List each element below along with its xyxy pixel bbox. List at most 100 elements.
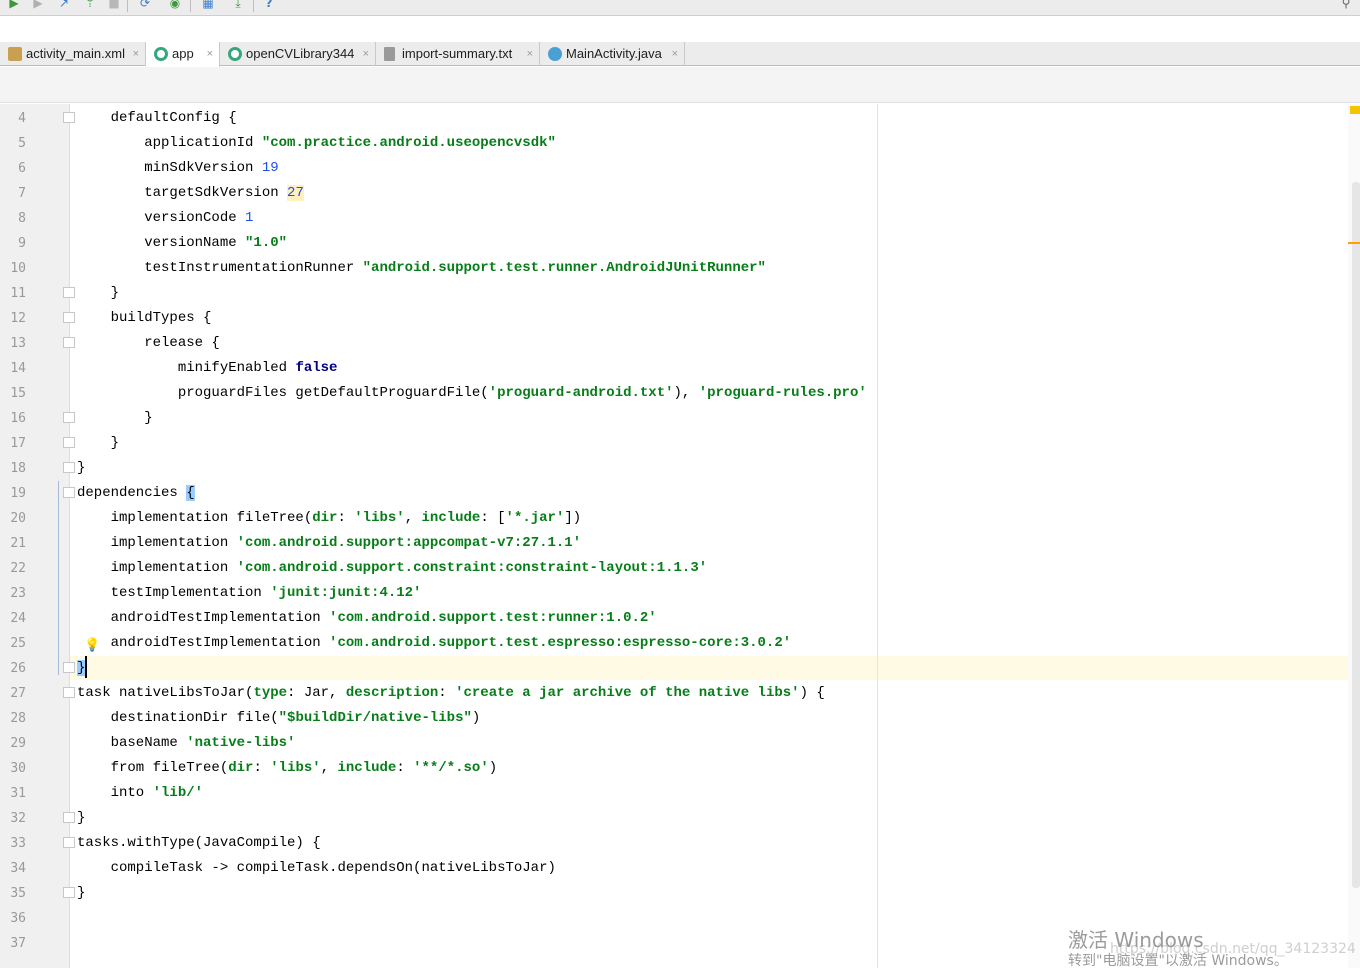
java-class-icon [548,47,562,61]
vertical-scrollbar[interactable] [1352,182,1360,888]
fold-marker[interactable] [63,662,75,673]
code-line: androidTestImplementation 'com.android.s… [77,635,792,651]
fold-marker[interactable] [63,287,75,298]
fold-marker[interactable] [63,337,75,348]
line-number: 33 [10,836,26,851]
code-line: androidTestImplementation 'com.android.s… [77,610,657,626]
line-number: 16 [10,411,26,426]
code-line: implementation fileTree(dir: 'libs', inc… [77,510,582,526]
close-icon[interactable]: × [207,42,213,66]
code-editor[interactable]: 4 5 6 7 8 9 10 11 12 13 14 15 16 17 18 1… [0,104,1360,968]
line-number: 25 [10,636,26,651]
code-line: } [77,885,86,901]
code-line: buildTypes { [77,310,212,326]
code-line: minSdkVersion 19 [77,160,279,176]
text-caret [85,656,87,678]
line-number: 24 [10,611,26,626]
stripe-marker[interactable] [1348,242,1360,244]
run-icon[interactable]: ▶ [6,0,22,10]
code-line: compileTask -> compileTask.dependsOn(nat… [77,860,556,876]
fold-marker[interactable] [63,812,75,823]
tab-label: import-summary.txt [402,46,513,61]
close-icon[interactable]: × [133,42,139,66]
line-number: 26 [10,661,26,676]
sync-icon[interactable]: ⟳ [137,0,153,10]
structure-icon[interactable]: ▦ [200,0,216,10]
code-line: proguardFiles getDefaultProguardFile('pr… [77,385,867,401]
code-line: tasks.withType(JavaCompile) { [77,835,321,851]
line-number: 19 [10,486,26,501]
tab-activity-main-xml[interactable]: activity_main.xml × [0,42,146,66]
code-line: targetSdkVersion 27 [77,185,304,201]
line-number: 20 [10,511,26,526]
stop-icon[interactable]: ■ [106,0,122,10]
line-number: 10 [10,261,26,276]
warning-marker[interactable] [1350,106,1360,114]
android-icon[interactable]: ◉ [167,0,183,10]
code-line: versionCode 1 [77,210,254,226]
right-margin-guide [877,104,878,968]
sdk-icon[interactable]: ⤓ [230,0,246,10]
tab-label: activity_main.xml [26,46,125,61]
tab-opencvlibrary344[interactable]: openCVLibrary344 × [220,42,376,66]
fold-marker[interactable] [63,462,75,473]
fold-marker[interactable] [63,487,75,498]
fold-marker[interactable] [63,437,75,448]
activation-watermark-subtitle: 转到"电脑设置"以激活 Windows。 [1068,953,1288,968]
code-line: dependencies { [77,485,195,501]
code-line: testInstrumentationRunner "android.suppo… [77,260,766,276]
close-icon[interactable]: × [672,42,678,66]
code-line: testImplementation 'junit:junit:4.12' [77,585,422,601]
line-number: 5 [18,136,26,151]
code-line: into 'lib/' [77,785,204,801]
fold-marker[interactable] [63,312,75,323]
line-number: 9 [18,236,26,251]
code-line: implementation 'com.android.support.cons… [77,560,708,576]
line-number: 37 [10,936,26,951]
current-line-highlight [70,656,1360,680]
tab-label: MainActivity.java [566,46,662,61]
code-line: versionName "1.0" [77,235,288,251]
line-number: 8 [18,211,26,226]
code-line: minifyEnabled false [77,360,338,376]
vcs-change-marker [58,481,59,675]
code-line: } [77,810,86,826]
line-number: 4 [18,111,26,126]
fold-marker[interactable] [63,412,75,423]
tab-mainactivity-java[interactable]: MainActivity.java × [540,42,685,66]
code-line: task nativeLibsToJar(type: Jar, descript… [77,685,825,701]
close-icon[interactable]: × [527,42,533,66]
fold-marker[interactable] [63,112,75,123]
tab-label: openCVLibrary344 [246,46,355,61]
close-icon[interactable]: × [363,42,369,66]
toolbar-separator [253,0,254,12]
help-icon[interactable]: ? [261,0,277,10]
code-line: defaultConfig { [77,110,237,126]
fold-marker[interactable] [63,687,75,698]
code-line: implementation 'com.android.support:appc… [77,535,582,551]
line-number: 7 [18,186,26,201]
tab-app[interactable]: app × [146,42,220,67]
fold-marker[interactable] [63,887,75,898]
activation-watermark-title: 激活 Windows [1068,928,1204,952]
code-line: baseName 'native-libs' [77,735,296,751]
attach-icon[interactable]: ↗ [56,0,72,10]
gradle-module-icon [228,47,242,61]
fold-marker[interactable] [63,837,75,848]
line-number: 14 [10,361,26,376]
code-line: from fileTree(dir: 'libs', include: '**/… [77,760,498,776]
profile-icon[interactable]: ⇡ [82,0,98,10]
line-number: 35 [10,886,26,901]
tab-import-summary-txt[interactable]: import-summary.txt × [376,42,540,66]
line-number: 29 [10,736,26,751]
tab-label: app [172,46,194,61]
lightbulb-icon[interactable]: 💡 [84,638,100,653]
line-number: 23 [10,586,26,601]
search-icon[interactable]: ⚲ [1338,0,1354,10]
line-number: 6 [18,161,26,176]
line-number: 21 [10,536,26,551]
debug-icon[interactable]: ▶ [30,0,46,10]
line-number: 32 [10,811,26,826]
code-line: destinationDir file("$buildDir/native-li… [77,710,481,726]
line-number: 17 [10,436,26,451]
